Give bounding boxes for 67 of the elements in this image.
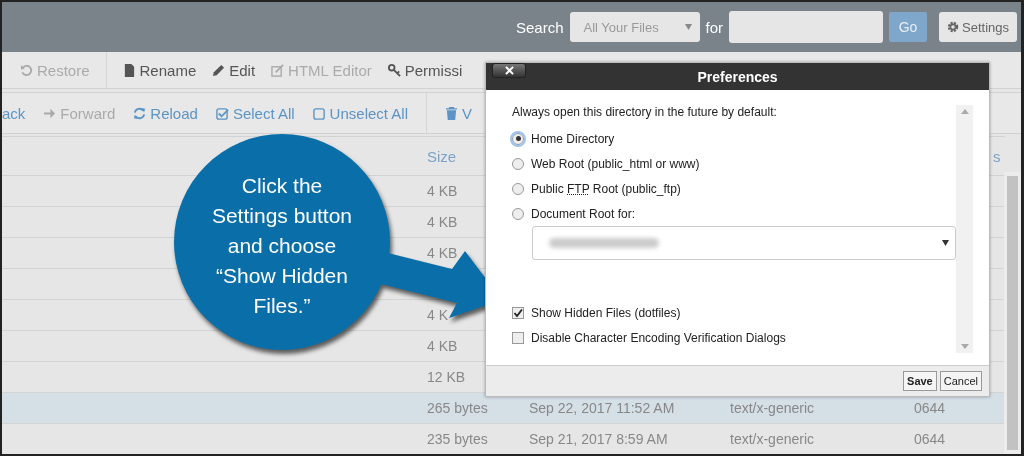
radio-button[interactable]	[512, 132, 524, 145]
prompt-text: Always open this directory in the future by default:	[512, 105, 778, 119]
radio-label[interactable]: Web Root (public_html or www)	[531, 156, 700, 171]
table-cell: text/x-generic	[730, 431, 815, 447]
toolbar-button[interactable]: ack	[2, 104, 26, 122]
file-icon	[122, 63, 136, 77]
toolbar-button[interactable]: Permissi	[387, 61, 463, 79]
radio-button[interactable]	[512, 182, 524, 195]
edit-icon	[271, 63, 285, 77]
table-cell: 4 KB	[427, 214, 458, 230]
toolbar-button[interactable]: Rename	[122, 61, 197, 79]
key-icon	[387, 63, 401, 77]
table-cell: 4 KB	[427, 245, 458, 261]
close-button[interactable]	[492, 63, 526, 78]
table-cell: 4 KB	[427, 338, 458, 354]
scope-dropdown[interactable]: All Your Files	[569, 12, 700, 42]
radio-label[interactable]: Document Root for:	[531, 206, 636, 221]
checkbox-label[interactable]: Disable Character Encoding Verification Dialogs	[531, 330, 786, 345]
scrollbar[interactable]	[1004, 172, 1021, 454]
search-field[interactable]	[729, 11, 883, 43]
radio-button[interactable]	[512, 207, 524, 220]
caret-icon	[942, 240, 949, 246]
table-cell: 4 K	[427, 307, 448, 323]
reload-icon	[133, 106, 147, 120]
callout-text: Click the Settings button and choose “Show Hidden Files.”	[210, 173, 354, 319]
scrollbar[interactable]	[956, 105, 973, 353]
cancel-button[interactable]: Cancel	[939, 371, 982, 391]
caret-icon	[684, 24, 692, 30]
checkbox[interactable]	[512, 331, 524, 344]
toolbar-button[interactable]: V	[445, 104, 472, 122]
radio-button[interactable]	[512, 157, 524, 170]
column-header[interactable]: Size	[427, 147, 457, 165]
file-row[interactable]: 265 bytes Sep 22, 2017 11:52 AM text/x-generic 0644	[2, 393, 1005, 424]
for-label: for	[705, 18, 723, 36]
table-cell: Sep 22, 2017 11:52 AM	[529, 400, 675, 416]
square-icon	[312, 106, 326, 120]
settings-button[interactable]: Settings	[939, 12, 1017, 42]
table-cell: 235 bytes	[427, 431, 488, 447]
scroll-down-icon[interactable]	[960, 344, 969, 349]
search-label: Search	[515, 18, 564, 36]
table-cell: 0644	[914, 431, 946, 447]
arrow-icon	[43, 106, 57, 120]
toolbar-button[interactable]: Reload	[133, 104, 198, 122]
checkbox-icon	[215, 106, 229, 120]
go-button[interactable]: Go	[889, 12, 927, 42]
undo-icon	[20, 63, 33, 77]
document-root-dropdown[interactable]	[532, 226, 956, 260]
toolbar-button[interactable]: Unselect All	[312, 104, 408, 122]
close-icon	[504, 66, 514, 75]
save-button[interactable]: Save	[903, 371, 937, 391]
toolbar-button[interactable]: Select All	[215, 104, 295, 122]
gear-icon	[947, 21, 959, 33]
radio-label[interactable]: Home Directory	[531, 131, 615, 146]
dialog-title: Preferences	[697, 68, 778, 85]
table-cell: 265 bytes	[427, 400, 488, 416]
pencil-icon	[212, 63, 226, 77]
checkbox[interactable]	[512, 306, 524, 319]
table-cell: 4 KB	[427, 183, 458, 199]
trash-icon	[445, 106, 458, 120]
table-cell: 0644	[914, 400, 946, 416]
radio-label[interactable]: Public FTP Root (public_ftp)	[531, 181, 681, 196]
table-cell: text/x-generic	[730, 400, 815, 416]
scroll-up-icon[interactable]	[960, 109, 969, 114]
checkbox-label[interactable]: Show Hidden Files (dotfiles)	[531, 305, 681, 320]
table-cell: 12 KB	[427, 369, 466, 385]
table-cell: Sep 21, 2017 8:59 AM	[529, 431, 668, 447]
toolbar-button[interactable]: Edit	[212, 61, 256, 79]
